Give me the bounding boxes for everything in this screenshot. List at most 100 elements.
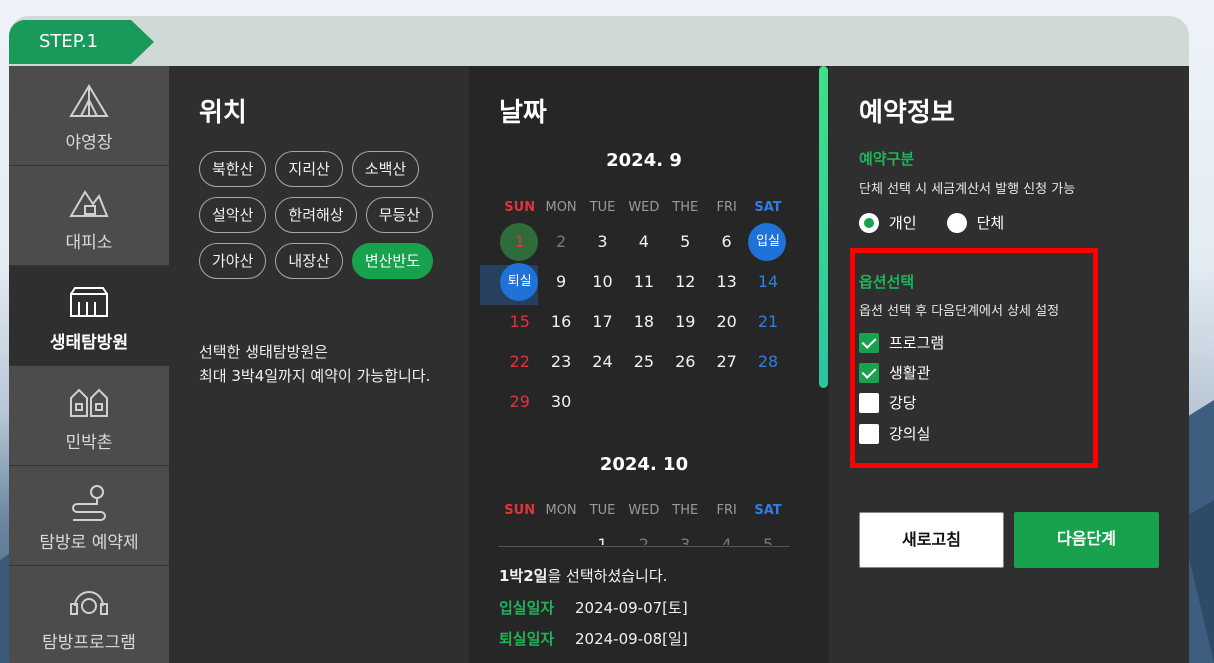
calendar-day-checkin[interactable]: 입실 <box>747 222 788 262</box>
sidebar-item-campsite[interactable]: 야영장 <box>9 66 169 166</box>
reset-button[interactable]: 새로고침 <box>859 512 1004 568</box>
day-number: 입실 <box>756 234 780 249</box>
location-chip[interactable]: 가야산 <box>199 243 267 279</box>
calendar-day[interactable]: 9 <box>540 262 581 302</box>
calendar-week: 1 2 3 4 5 <box>499 525 789 545</box>
weekday-label: SUN <box>504 503 536 518</box>
calendar-day[interactable]: 6 <box>706 222 747 262</box>
calendar-day[interactable]: 13 <box>706 262 747 302</box>
radio-group-label[interactable]: 단체 <box>977 212 1005 233</box>
calendar-day[interactable]: 19 <box>665 302 706 342</box>
location-chip[interactable]: 내장산 <box>275 243 343 279</box>
sidebar-item-label: 탐방프로그램 <box>42 633 136 653</box>
option-lecture-room[interactable]: 강의실 <box>859 423 930 444</box>
weekday-label: WED <box>628 200 660 215</box>
day-number: 2 <box>555 232 567 251</box>
checkin-row: 입실일자 2024-09-07[토] <box>499 597 688 618</box>
location-panel: 위치 북한산 지리산 소백산 설악산 한려해상 무등산 가야산 내장산 변산반도… <box>169 66 469 663</box>
calendar-day[interactable]: 29 <box>499 382 540 422</box>
calendar-day[interactable]: 3 <box>665 525 706 545</box>
radio-personal[interactable] <box>859 212 879 233</box>
calendar-day[interactable]: 25 <box>623 342 664 382</box>
location-chip[interactable]: 소백산 <box>351 151 420 187</box>
location-chip[interactable]: 무등산 <box>365 197 434 233</box>
weekday-label: MON <box>545 503 577 518</box>
calendar-week: 15 16 17 18 19 20 21 <box>499 302 789 342</box>
calendar-day[interactable]: 24 <box>582 342 623 382</box>
calendar-day[interactable]: 27 <box>706 342 747 382</box>
sidebar-item-label: 민박촌 <box>65 433 113 453</box>
day-number: 13 <box>716 272 737 291</box>
scrollbar-thumb[interactable] <box>819 66 828 388</box>
location-chip-selected[interactable]: 변산반도 <box>351 243 434 279</box>
calendar-day[interactable]: 10 <box>582 262 623 302</box>
day-number: 14 <box>757 272 779 291</box>
calendar-day[interactable]: 14 <box>747 262 788 302</box>
day-number: 11 <box>633 272 655 291</box>
option-dormitory[interactable]: 생활관 <box>859 362 930 383</box>
day-number: 17 <box>592 312 613 331</box>
calendar-day[interactable]: 16 <box>540 302 581 342</box>
day-number: 27 <box>716 352 737 371</box>
calendar-day[interactable]: 1 <box>499 222 540 262</box>
weekday-label: FRI <box>716 503 737 518</box>
calendar-day[interactable]: 26 <box>665 342 706 382</box>
sidebar-item-shelter[interactable]: 대피소 <box>9 166 169 266</box>
checkbox-checked[interactable] <box>859 362 879 383</box>
calendar-day[interactable]: 2 <box>540 222 581 262</box>
calendar-day[interactable]: 12 <box>665 262 706 302</box>
calendar-grid-oct: 1 2 3 4 5 <box>499 525 789 545</box>
calendar-day[interactable]: 18 <box>623 302 664 342</box>
checkbox[interactable] <box>859 423 879 444</box>
calendar-day[interactable]: 11 <box>623 262 664 302</box>
radio-group[interactable] <box>946 212 967 233</box>
location-chip[interactable]: 설악산 <box>199 197 267 233</box>
sidebar-item-eco-center[interactable]: 생태탐방원 <box>9 266 169 366</box>
location-chip-list: 북한산 지리산 소백산 설악산 한려해상 무등산 가야산 내장산 변산반도 <box>199 151 449 279</box>
stay-summary: 1박2일을 선택하셨습니다. <box>499 565 667 586</box>
sidebar-item-trail[interactable]: 탐방로 예약제 <box>9 466 169 566</box>
option-auditorium[interactable]: 강당 <box>859 392 917 413</box>
weekday-label: SAT <box>754 503 782 518</box>
calendar-day[interactable]: 4 <box>623 222 664 262</box>
option-program[interactable]: 프로그램 <box>859 332 944 353</box>
calendar-day[interactable]: 3 <box>582 222 623 262</box>
day-number: 5 <box>680 232 691 251</box>
calendar-day[interactable]: 28 <box>747 342 788 382</box>
calendar-day[interactable]: 4 <box>706 525 747 545</box>
calendar-day[interactable]: 30 <box>540 382 581 422</box>
checkbox[interactable] <box>859 392 879 413</box>
day-number: 21 <box>757 312 779 331</box>
calendar-day[interactable]: 5 <box>747 525 788 545</box>
radio-personal-label[interactable]: 개인 <box>889 212 917 233</box>
weekday-label: TUE <box>589 200 616 215</box>
calendar-day[interactable]: 22 <box>499 342 540 382</box>
sidebar-item-village[interactable]: 민박촌 <box>9 366 169 466</box>
sidebar-item-program[interactable]: 탐방프로그램 <box>9 566 169 663</box>
calendar-day[interactable]: 20 <box>706 302 747 342</box>
calendar-day[interactable]: 1 <box>582 525 623 545</box>
calendar-day[interactable]: 17 <box>582 302 623 342</box>
weekday-label: MON <box>545 200 577 215</box>
calendar-day-checkout[interactable]: 퇴실 <box>499 262 540 302</box>
calendar-day[interactable]: 5 <box>665 222 706 262</box>
day-number: 2 <box>638 535 649 545</box>
next-step-button[interactable]: 다음단계 <box>1014 512 1159 568</box>
program-icon <box>70 591 108 615</box>
calendar-week: 1 2 3 4 5 6 입실 <box>499 222 789 262</box>
location-chip[interactable]: 한려해상 <box>275 197 357 233</box>
day-number: 24 <box>592 352 613 371</box>
calendar-day[interactable]: 15 <box>499 302 540 342</box>
location-chip[interactable]: 지리산 <box>275 151 343 187</box>
day-number: 4 <box>638 232 649 251</box>
calendar-day[interactable] <box>499 525 540 545</box>
calendar-day[interactable]: 23 <box>540 342 581 382</box>
calendar-day[interactable]: 21 <box>747 302 788 342</box>
day-number: 20 <box>716 312 737 331</box>
calendar-day[interactable] <box>540 525 581 545</box>
location-note-line: 최대 3박4일까지 예약이 가능합니다. <box>199 367 431 385</box>
checkbox-checked[interactable] <box>859 332 879 353</box>
calendar-day[interactable]: 2 <box>623 525 664 545</box>
location-chip[interactable]: 북한산 <box>199 151 267 187</box>
step-indicator: STEP.1 <box>9 20 154 64</box>
